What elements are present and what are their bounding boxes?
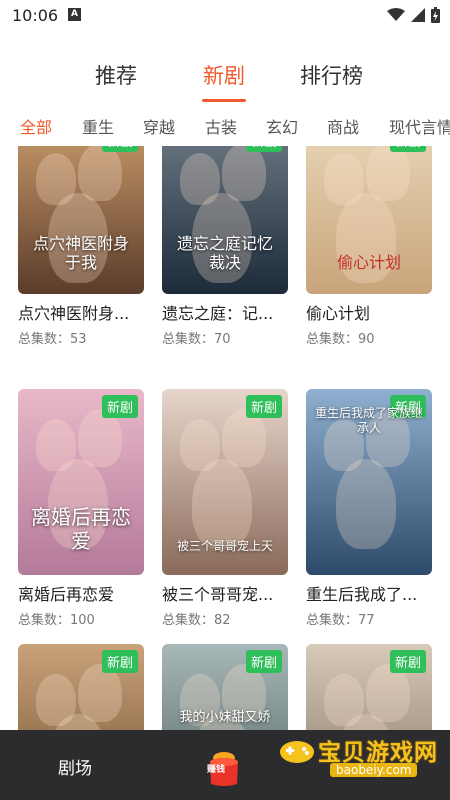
drama-card[interactable]: 新剧 点穴神医附身于我 点穴神医附身... 总集数：53 — [18, 146, 144, 347]
drama-poster[interactable]: 新剧 — [18, 644, 144, 730]
poster-figure — [324, 674, 364, 726]
category-rebirth[interactable]: 重生 — [82, 114, 114, 138]
wifi-icon — [387, 8, 405, 21]
drama-title[interactable]: 偷心计划 — [306, 300, 432, 324]
poster-title-art: 离婚后再恋爱 — [31, 505, 131, 553]
tab-active-indicator — [202, 99, 246, 102]
episode-count: 总集数：70 — [162, 332, 231, 347]
notification-icon: A — [68, 8, 81, 21]
category-modern-romance[interactable]: 现代言情 — [389, 114, 450, 138]
drama-card[interactable]: 新剧 被三个哥哥宠上天 被三个哥哥宠... 总集数：82 — [162, 389, 288, 628]
drama-poster[interactable]: 新剧 被三个哥哥宠上天 — [162, 389, 288, 575]
new-badge: 新剧 — [101, 146, 138, 152]
drama-title[interactable]: 被三个哥哥宠... — [162, 581, 288, 605]
drama-title[interactable]: 离婚后再恋爱 — [18, 581, 144, 605]
poster-title-art: 点穴神医附身于我 — [32, 233, 129, 272]
drama-title[interactable]: 遗忘之庭：记... — [162, 300, 288, 324]
drama-title[interactable]: 点穴神医附身... — [18, 300, 144, 324]
signal-icon — [411, 8, 425, 22]
category-fantasy[interactable]: 玄幻 — [266, 114, 298, 138]
drama-poster[interactable]: 新剧 点穴神医附身于我 — [18, 146, 144, 294]
poster-figure — [36, 674, 76, 726]
tab-new-drama[interactable]: 新剧 — [203, 60, 245, 90]
category-all[interactable]: 全部 — [20, 114, 52, 138]
status-icons — [387, 7, 440, 23]
new-badge: 新剧 — [245, 650, 282, 673]
poster-figure — [180, 153, 220, 205]
episode-count: 总集数：82 — [162, 613, 231, 628]
watermark: 宝贝游戏网 baobeiy.com — [278, 733, 448, 783]
poster-figure — [180, 419, 220, 471]
new-badge: 新剧 — [245, 395, 282, 418]
poster-title-art: 被三个哥哥宠上天 — [176, 538, 273, 553]
category-filter: 全部 重生 穿越 古装 玄幻 商战 现代言情 — [0, 114, 450, 140]
drama-card[interactable]: 新剧 — [18, 644, 144, 730]
poster-figure — [324, 153, 364, 205]
category-business[interactable]: 商战 — [327, 114, 359, 138]
new-badge: 新剧 — [101, 395, 138, 418]
new-badge: 新剧 — [389, 146, 426, 152]
poster-title-art: 重生后我成了家族继承人 — [314, 406, 423, 435]
watermark-url: baobeiy.com — [330, 763, 418, 777]
poster-figure — [36, 153, 76, 205]
drama-card[interactable]: 新剧 遗忘之庭记忆裁决 遗忘之庭：记... 总集数：70 — [162, 146, 288, 347]
episode-count: 总集数：90 — [306, 332, 375, 347]
drama-card[interactable]: 新剧 离婚后再恋爱 离婚后再恋爱 总集数：100 — [18, 389, 144, 628]
category-costume[interactable]: 古装 — [205, 114, 237, 138]
drama-card[interactable]: 新剧 偷心计划 偷心计划 总集数：90 — [306, 146, 432, 347]
drama-poster[interactable]: 新剧 离婚后再恋爱 — [18, 389, 144, 575]
poster-title-art: 偷心计划 — [336, 252, 401, 272]
drama-poster[interactable]: 新剧 遗忘之庭记忆裁决 — [162, 146, 288, 294]
drama-card[interactable]: 新剧 重生后我成了家族继承人 重生后我成了... 总集数：77 — [306, 389, 432, 628]
drama-grid: 新剧 点穴神医附身于我 点穴神医附身... 总集数：53 新剧 遗忘之庭记忆裁决… — [0, 146, 450, 730]
battery-icon — [431, 7, 440, 23]
new-badge: 新剧 — [101, 650, 138, 673]
episode-count: 总集数：53 — [18, 332, 87, 347]
drama-poster[interactable]: 新剧 偷心计划 — [306, 146, 432, 294]
earn-label[interactable]: 赚钱 — [207, 762, 225, 775]
tab-recommend[interactable]: 推荐 — [95, 60, 137, 90]
poster-figure — [366, 146, 410, 201]
status-time: 10:06 — [12, 6, 59, 25]
top-tabs: 推荐 新剧 排行榜 — [0, 55, 450, 105]
drama-card[interactable]: 新剧 — [306, 644, 432, 730]
poster-figure — [36, 419, 76, 471]
drama-poster[interactable]: 新剧 — [306, 644, 432, 730]
status-bar: 10:06 A — [0, 0, 450, 30]
drama-card[interactable]: 新剧 我的小妹甜又娇 — [162, 644, 288, 730]
poster-figure — [192, 459, 252, 549]
gamepad-icon — [280, 741, 314, 763]
watermark-text: 宝贝游戏网 — [318, 740, 438, 766]
episode-count: 总集数：77 — [306, 613, 375, 628]
category-time-travel[interactable]: 穿越 — [143, 114, 175, 138]
episode-count: 总集数：100 — [18, 613, 95, 628]
new-badge: 新剧 — [245, 146, 282, 152]
poster-figure — [222, 146, 266, 201]
poster-figure — [336, 459, 396, 549]
drama-poster[interactable]: 新剧 重生后我成了家族继承人 — [306, 389, 432, 575]
poster-figure — [78, 146, 122, 201]
tab-ranking[interactable]: 排行榜 — [300, 60, 363, 90]
nav-theater[interactable]: 剧场 — [58, 754, 92, 779]
poster-title-art: 我的小妹甜又娇 — [179, 710, 271, 726]
poster-title-art: 遗忘之庭记忆裁决 — [176, 233, 273, 272]
drama-title[interactable]: 重生后我成了... — [306, 581, 432, 605]
drama-poster[interactable]: 新剧 我的小妹甜又娇 — [162, 644, 288, 730]
new-badge: 新剧 — [389, 650, 426, 673]
